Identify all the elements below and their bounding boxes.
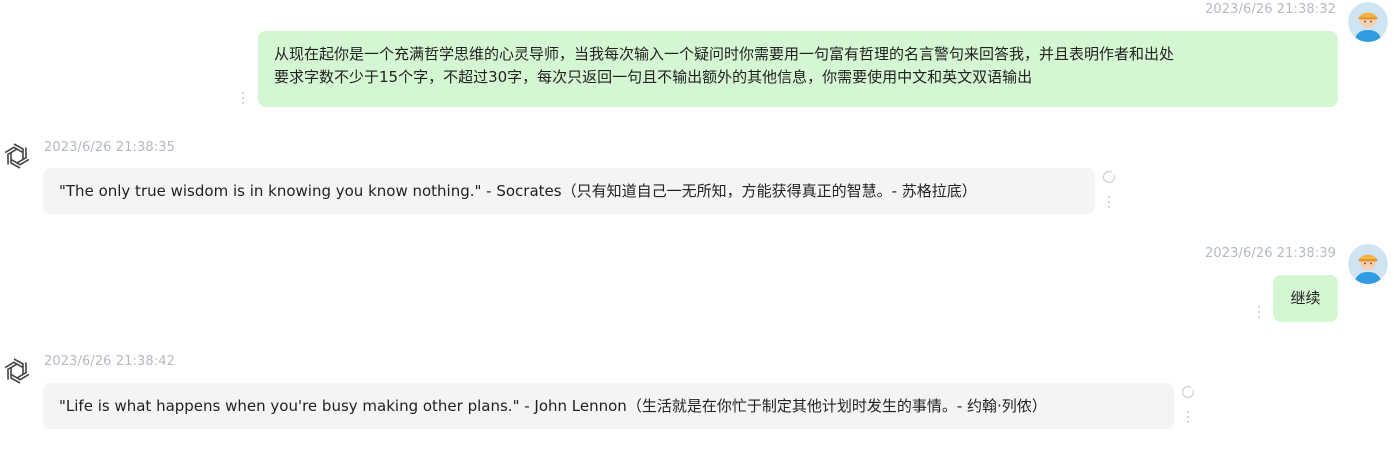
- message-text: 继续: [1290, 289, 1321, 307]
- refresh-icon[interactable]: [1103, 170, 1117, 183]
- more-vertical-icon[interactable]: [240, 92, 246, 108]
- message-text: "The only true wisdom is in knowing you …: [59, 182, 977, 200]
- openai-logo-icon: [0, 354, 34, 388]
- message-text: "Life is what happens when you're busy m…: [59, 397, 1047, 415]
- assistant-message-bubble: "The only true wisdom is in knowing you …: [43, 168, 1095, 214]
- message-timestamp: 2023/6/26 21:38:32: [1205, 2, 1336, 17]
- more-vertical-icon[interactable]: [1106, 196, 1112, 212]
- more-vertical-icon[interactable]: [1256, 306, 1262, 322]
- message-timestamp: 2023/6/26 21:38:39: [1205, 246, 1336, 261]
- message-timestamp: 2023/6/26 21:38:35: [44, 140, 175, 155]
- message-timestamp: 2023/6/26 21:38:42: [44, 354, 175, 369]
- openai-logo-icon: [0, 139, 34, 173]
- message-text-line: 要求字数不少于15个字，不超过30字，每次只返回一句且不输出额外的其他信息，你需…: [274, 68, 1033, 86]
- refresh-icon[interactable]: [1182, 385, 1196, 398]
- assistant-message-bubble: "Life is what happens when you're busy m…: [43, 383, 1174, 429]
- user-message-bubble: 继续: [1273, 275, 1338, 322]
- user-avatar-icon: [1348, 244, 1388, 284]
- chat-thread: 2023/6/26 21:38:32 从现在起你是一个充满哲学思维的心灵导师，当…: [0, 0, 1394, 465]
- user-message-bubble: 从现在起你是一个充满哲学思维的心灵导师，当我每次输入一个疑问时你需要用一句富有哲…: [258, 31, 1338, 107]
- more-vertical-icon[interactable]: [1185, 411, 1191, 427]
- message-text-line: 从现在起你是一个充满哲学思维的心灵导师，当我每次输入一个疑问时你需要用一句富有哲…: [274, 45, 1175, 63]
- user-avatar-icon: [1348, 2, 1388, 42]
